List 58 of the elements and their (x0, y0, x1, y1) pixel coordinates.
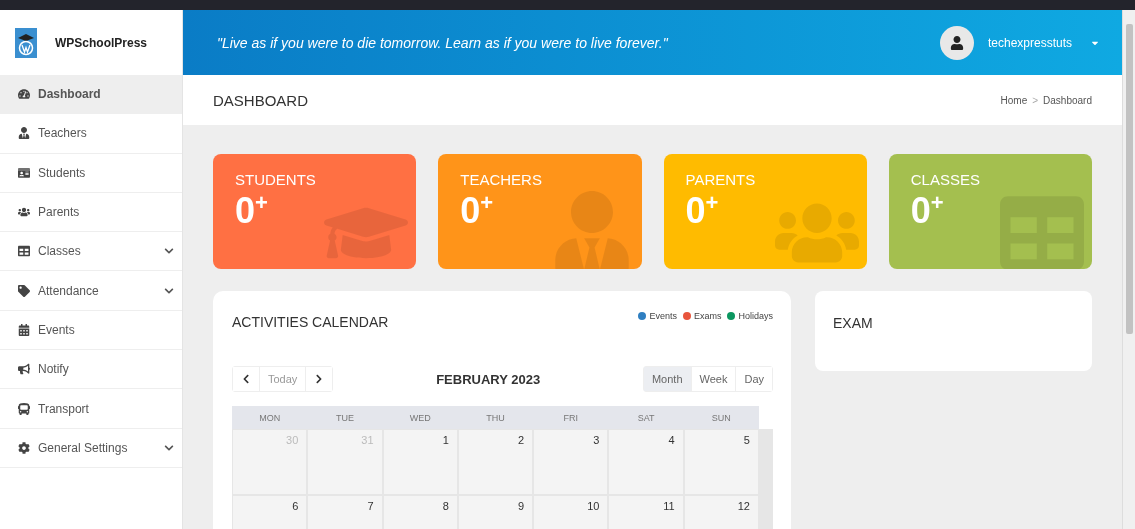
day-cell[interactable]: 12 (683, 495, 759, 529)
stat-label: CLASSES (910, 171, 981, 188)
stat-count: 0$^{+}$ (910, 190, 945, 232)
chevron-left-icon (241, 374, 251, 384)
legend-label: Holidays (738, 311, 773, 321)
weekday-label: TUE (334, 412, 355, 423)
day-cell[interactable]: 6 (232, 495, 308, 529)
breadcrumb-separator: > (1032, 94, 1039, 106)
person-icon (18, 127, 30, 140)
card-title: ACTIVITIES CALENDAR (232, 314, 389, 330)
month-title: FEBRUARY 2023 (436, 371, 541, 387)
day-cell[interactable]: 3 (533, 429, 609, 495)
bus-icon (18, 402, 30, 415)
day-cell[interactable]: 8 (382, 495, 458, 529)
megaphone-icon (18, 363, 30, 376)
tag-icon (18, 284, 30, 297)
logo-icon (15, 27, 37, 58)
day-cell[interactable]: 7 (307, 495, 383, 529)
card-title: EXAM (833, 315, 873, 331)
weekday-label: WED (408, 412, 432, 423)
stat-count: 0$^{+}$ (685, 190, 720, 232)
day-cell[interactable]: 11 (608, 495, 684, 529)
weekday-label: MON (258, 412, 282, 423)
brand-name: WPSchoolPress (55, 35, 148, 50)
stat-label: TEACHERS (460, 171, 543, 188)
breadcrumb-link[interactable]: Dashboard (1043, 94, 1092, 106)
people-icon (18, 206, 30, 219)
day-cell[interactable]: 10 (533, 495, 609, 529)
calendar-icon (18, 323, 30, 336)
table-icon (18, 245, 30, 258)
user-icon (949, 35, 964, 50)
stat-label: STUDENTS (235, 171, 317, 188)
view-tab[interactable]: Month (643, 367, 692, 391)
stat-count: 0$^{+}$ (235, 190, 269, 232)
breadcrumb-link[interactable]: Home (1000, 94, 1028, 106)
weekday-label: SAT (636, 412, 656, 423)
gauge-icon (18, 88, 30, 101)
page-scrollbar[interactable] (1122, 10, 1135, 529)
day-cell[interactable]: 2 (457, 429, 534, 495)
legend-label: Exams (693, 311, 722, 321)
quote-text: "Live as if you were to die tomorrow. Learn as if you were to live forever." (217, 34, 669, 51)
stat-label: PARENTS (685, 171, 757, 188)
scrollbar[interactable] (759, 429, 773, 529)
sidebar-item[interactable]: Dashboard (0, 75, 182, 115)
settings-icon (18, 441, 30, 454)
page-title: DASHBOARD (213, 91, 309, 109)
stat-count: 0$^{+}$ (460, 190, 495, 232)
day-cell[interactable]: 9 (457, 495, 534, 529)
weekday-label: SUN (710, 412, 732, 423)
day-cell[interactable]: 1 (382, 429, 458, 495)
day-cell[interactable]: 4 (608, 429, 684, 495)
day-cell[interactable]: 5 (683, 429, 759, 495)
legend-label: Events (649, 311, 677, 321)
previous-button[interactable] (233, 367, 260, 391)
weekday-label: THU (485, 412, 506, 423)
avatar[interactable] (939, 25, 974, 60)
id-card-icon (18, 166, 30, 179)
weekday-label: FRI (562, 412, 580, 423)
